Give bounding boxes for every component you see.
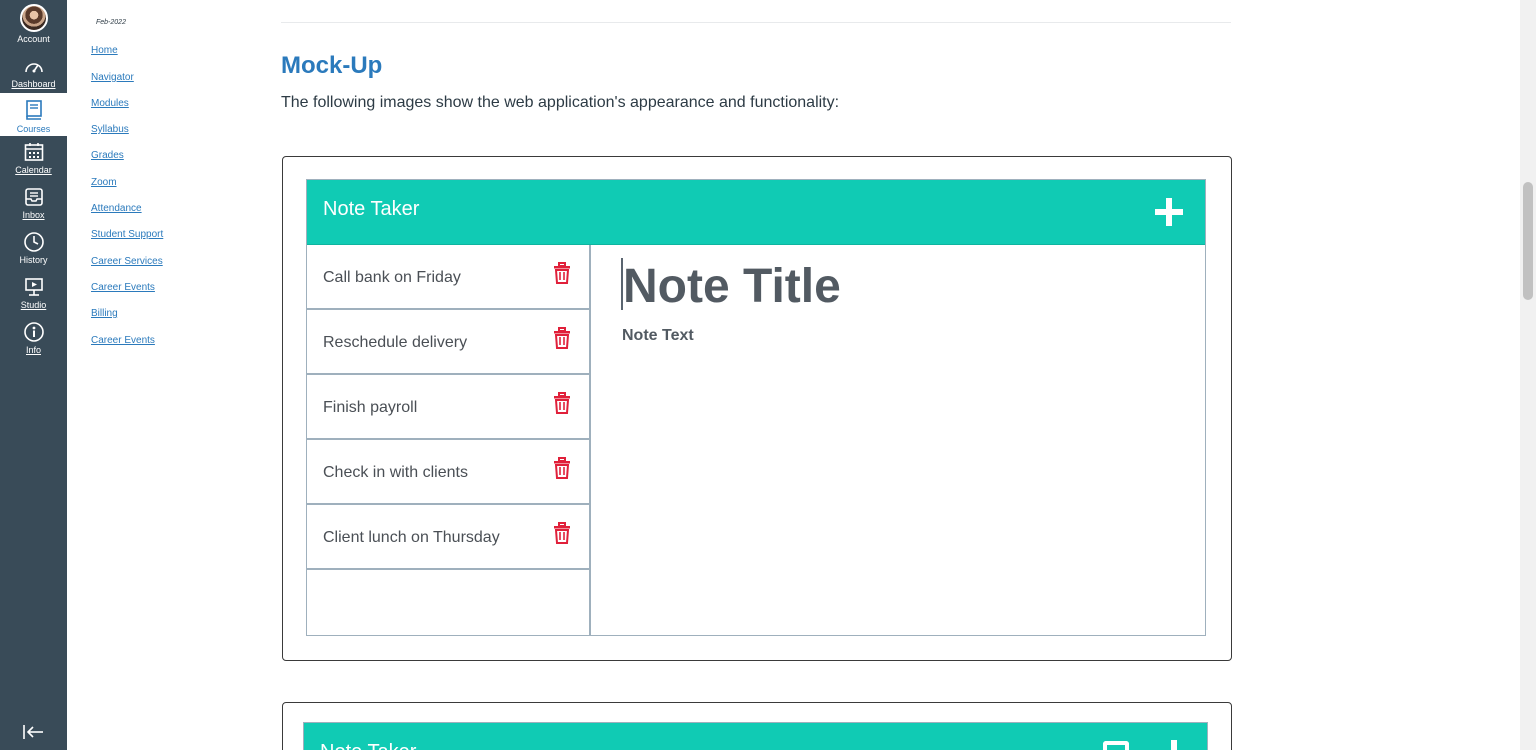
course-nav-modules[interactable]: Modules	[91, 98, 129, 109]
course-nav-grades[interactable]: Grades	[91, 150, 124, 161]
history-nav-item[interactable]: History	[0, 230, 67, 266]
course-nav-zoom[interactable]: Zoom	[91, 177, 117, 188]
studio-nav-item[interactable]: Studio	[0, 275, 67, 311]
note-title: Finish payroll	[323, 399, 418, 416]
trash-icon[interactable]	[553, 327, 571, 349]
add-note-icon-2[interactable]	[1171, 740, 1177, 750]
note-title-input[interactable]: Note Title	[623, 259, 841, 314]
courses-nav-item[interactable]: Courses	[0, 93, 67, 136]
course-nav-attendance[interactable]: Attendance	[91, 203, 142, 214]
trash-icon[interactable]	[553, 392, 571, 414]
course-nav-career-services[interactable]: Career Services	[91, 256, 163, 267]
note-list: Call bank on Friday Reschedule delivery …	[307, 245, 591, 636]
calendar-nav-item[interactable]: Calendar	[0, 140, 67, 176]
list-item[interactable]: Call bank on Friday	[307, 245, 591, 310]
info-label: Info	[25, 345, 41, 355]
trash-icon[interactable]	[553, 522, 571, 544]
scrollbar-thumb[interactable]	[1523, 182, 1533, 300]
info-nav-item[interactable]: Info	[0, 320, 67, 356]
note-taker-mockup: Note Taker Call bank on Friday Reschedul…	[306, 179, 1206, 636]
trash-icon[interactable]	[553, 262, 571, 284]
course-nav-student-support[interactable]: Student Support	[91, 229, 163, 240]
intro-text: The following images show the web applic…	[281, 94, 840, 111]
speedometer-icon	[22, 56, 46, 77]
note-title: Check in with clients	[323, 464, 468, 481]
dashboard-nav-item[interactable]: Dashboard	[0, 56, 67, 90]
list-item[interactable]: Finish payroll	[307, 375, 591, 440]
course-nav-career-events-2[interactable]: Career Events	[91, 335, 155, 346]
clock-icon	[22, 230, 46, 253]
collapse-nav-icon[interactable]	[22, 722, 46, 742]
course-nav-home[interactable]: Home	[91, 45, 118, 56]
course-nav-career-events[interactable]: Career Events	[91, 282, 155, 293]
divider	[281, 22, 1231, 23]
courses-label: Courses	[16, 124, 51, 134]
course-nav-billing[interactable]: Billing	[91, 308, 118, 319]
note-editor: Note Title Note Text	[593, 245, 1205, 636]
global-nav: Account Dashboard Courses Calendar Inbox…	[0, 0, 67, 750]
account-nav-item[interactable]: Account	[0, 4, 67, 48]
inbox-nav-item[interactable]: Inbox	[0, 185, 67, 221]
app-title: Note Taker	[323, 198, 420, 220]
note-text-input[interactable]: Note Text	[622, 327, 694, 345]
list-item[interactable]: Client lunch on Thursday	[307, 505, 591, 570]
trash-icon[interactable]	[553, 457, 571, 479]
note-taker-mockup-2: Note Taker	[303, 722, 1208, 750]
book-icon	[22, 98, 46, 122]
course-nav-navigator[interactable]: Navigator	[91, 72, 134, 83]
calendar-label: Calendar	[15, 165, 52, 175]
note-title: Client lunch on Thursday	[323, 529, 500, 546]
studio-icon	[22, 275, 46, 298]
list-item[interactable]: Reschedule delivery	[307, 310, 591, 375]
scrollbar-track[interactable]	[1520, 0, 1536, 750]
avatar	[19, 4, 48, 32]
course-nav-syllabus[interactable]: Syllabus	[91, 124, 129, 135]
add-note-icon[interactable]	[1155, 198, 1183, 226]
note-title: Reschedule delivery	[323, 334, 468, 351]
app-header-2: Note Taker	[304, 723, 1207, 750]
dashboard-label: Dashboard	[11, 79, 56, 89]
section-heading: Mock-Up	[281, 52, 383, 79]
app-title-2: Note Taker	[320, 741, 416, 750]
term-label: Feb-2022	[96, 19, 126, 26]
account-label: Account	[17, 34, 50, 44]
save-icon[interactable]	[1103, 741, 1129, 750]
inbox-label: Inbox	[22, 210, 45, 220]
app-header: Note Taker	[307, 180, 1205, 245]
info-icon	[22, 320, 46, 343]
list-item[interactable]: Check in with clients	[307, 440, 591, 505]
course-nav: Feb-2022 Home Navigator Modules Syllabus…	[67, 0, 267, 750]
note-title: Call bank on Friday	[323, 269, 461, 286]
inbox-icon	[22, 185, 46, 208]
history-label: History	[19, 255, 48, 265]
studio-label: Studio	[20, 300, 47, 310]
calendar-icon	[22, 140, 46, 163]
